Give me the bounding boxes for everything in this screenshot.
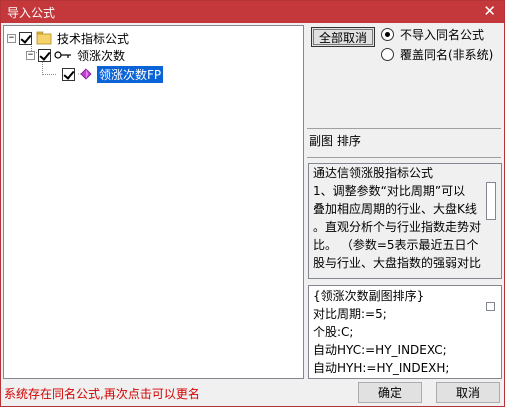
- description-line: 通达信领涨股指标公式: [313, 166, 434, 180]
- close-icon[interactable]: ✕: [483, 2, 496, 20]
- radio-overwrite-indicator[interactable]: [381, 48, 394, 61]
- description-line: 股与行业、大盘指数的强弱对比: [313, 256, 482, 270]
- toggle-all-button[interactable]: 全部取消: [311, 27, 375, 47]
- key-icon: [54, 51, 71, 59]
- title-bar[interactable]: 导入公式 ✕: [1, 1, 504, 23]
- radio-skip-indicator[interactable]: [381, 28, 394, 41]
- tree-node-leaf[interactable]: 领涨次数FP: [62, 65, 164, 83]
- code-line: 自动HYH:=HY_INDEXH;: [313, 361, 450, 375]
- radio-overwrite-label: 覆盖同名(非系统): [400, 48, 494, 62]
- description-scrollbar[interactable]: [486, 182, 496, 220]
- description-line: 叠加相应周期的行业、大盘K线: [313, 202, 477, 216]
- radio-skip-duplicates[interactable]: 不导入同名公式: [381, 26, 484, 43]
- divider: [307, 128, 501, 129]
- code-line: 对比周期:=5;: [313, 307, 387, 321]
- tree-label-root: 技术指标公式: [57, 31, 130, 46]
- tree-node-child[interactable]: − 领涨次数: [26, 46, 125, 64]
- tree-checkbox-root[interactable]: [19, 31, 32, 45]
- divider: [307, 157, 501, 158]
- tree-checkbox-leaf[interactable]: [62, 67, 75, 81]
- description-line: 比。 （参数=5表示最近五日个: [313, 238, 479, 252]
- code-line: {领涨次数副图排序}: [313, 289, 425, 303]
- window-title: 导入公式: [7, 6, 56, 20]
- tree-node-root[interactable]: − 技术指标公式: [7, 29, 129, 47]
- ok-button[interactable]: 确定: [358, 382, 422, 403]
- code-scrollbar[interactable]: [486, 302, 495, 311]
- tree-label-child: 领涨次数: [77, 48, 126, 63]
- tree-label-leaf: 领涨次数FP: [97, 65, 164, 83]
- tree-checkbox-child[interactable]: [38, 48, 51, 62]
- collapse-icon[interactable]: −: [26, 50, 35, 60]
- cancel-button[interactable]: 取消: [436, 382, 500, 403]
- code-line: 自动HYC:=HY_INDEXC;: [313, 343, 447, 357]
- formula-gem-icon: [78, 68, 92, 80]
- folder-icon: [36, 31, 52, 45]
- import-formula-dialog: 导入公式 ✕ − 技术指标公式 − 领涨次数 领涨次数FP 全部取消 不导入同名…: [0, 0, 505, 407]
- radio-overwrite[interactable]: 覆盖同名(非系统): [381, 46, 493, 63]
- tree-connector: [42, 74, 56, 75]
- collapse-icon[interactable]: −: [7, 33, 16, 43]
- formula-type-label: 副图 排序: [309, 134, 361, 148]
- description-line: 1、调整参数“对比周期”可以: [313, 184, 466, 198]
- code-line: 个股:C;: [313, 325, 354, 339]
- formula-code-box[interactable]: {领涨次数副图排序} 对比周期:=5; 个股:C; 自动HYC:=HY_INDE…: [308, 285, 502, 379]
- description-box: 通达信领涨股指标公式 1、调整参数“对比周期”可以 叠加相应周期的行业、大盘K线…: [308, 163, 502, 279]
- formula-tree[interactable]: − 技术指标公式 − 领涨次数 领涨次数FP: [3, 25, 304, 379]
- description-line: 。直观分析个与行业指数走势对: [313, 220, 482, 234]
- radio-skip-label: 不导入同名公式: [400, 28, 485, 42]
- status-message: 系统存在同名公式,再次点击可以更名: [4, 387, 200, 401]
